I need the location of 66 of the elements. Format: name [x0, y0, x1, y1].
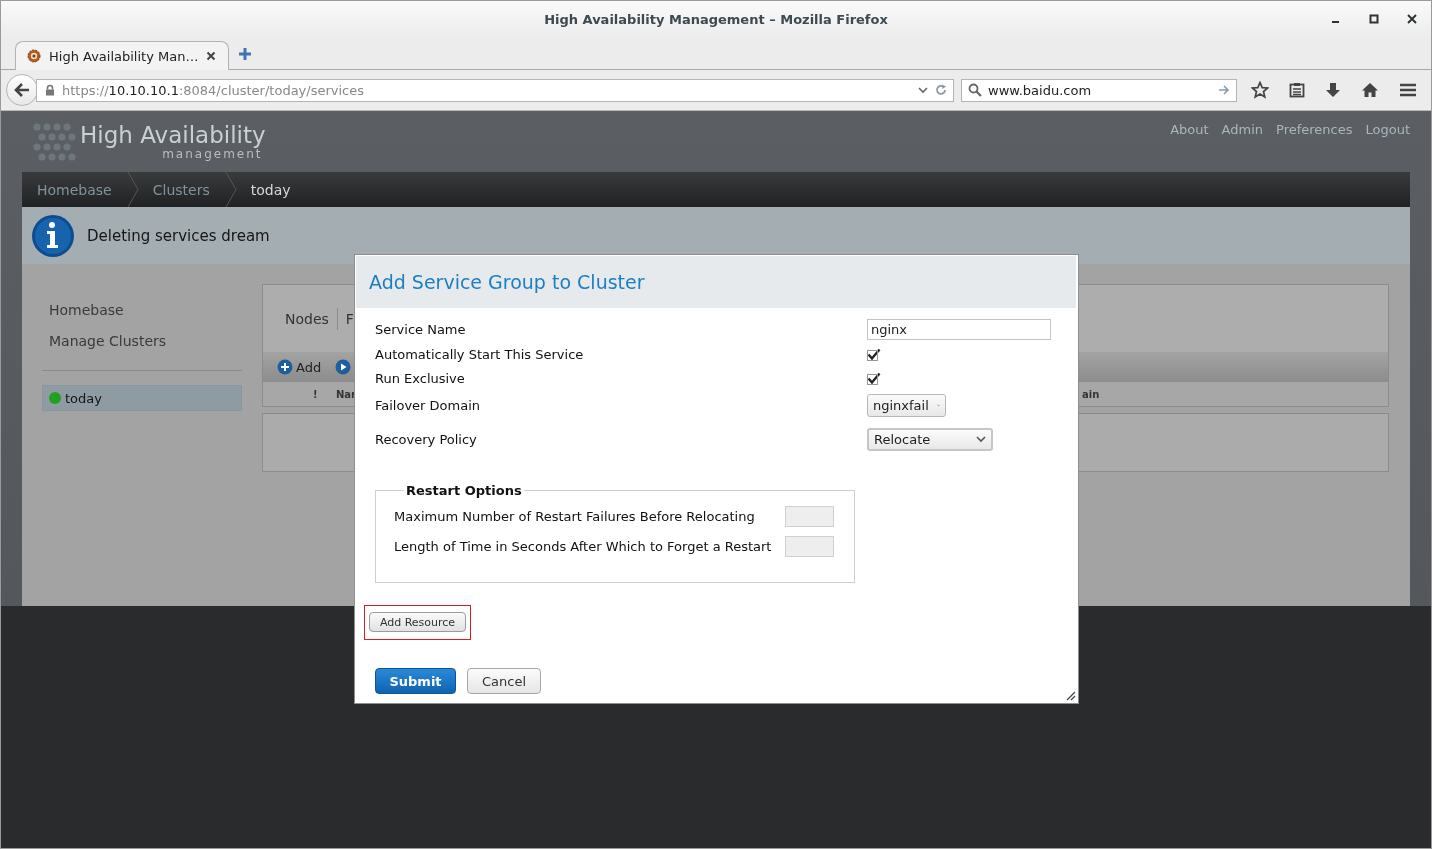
field-label: Failover Domain — [375, 397, 482, 413]
gear-icon — [26, 48, 42, 64]
reload-icon[interactable] — [935, 84, 947, 96]
field-label: Automatically Start This Service — [375, 346, 585, 362]
logo-title: High Availability — [80, 122, 266, 148]
nav-link[interactable]: Logout — [1365, 122, 1410, 172]
breadcrumb-link[interactable]: today — [250, 181, 306, 198]
chevron-separator-icon — [126, 172, 139, 207]
go-arrow-icon[interactable] — [1218, 85, 1230, 95]
field-label: Service Name — [375, 321, 467, 337]
new-tab-icon[interactable] — [238, 47, 252, 61]
nav-link[interactable]: Preferences — [1276, 122, 1353, 172]
reading-list-icon[interactable] — [1289, 82, 1305, 98]
close-icon[interactable] — [206, 51, 216, 61]
info-icon — [31, 213, 75, 258]
plus-circle-icon — [277, 359, 293, 375]
column-header: Nar — [336, 388, 358, 400]
play-button[interactable] — [335, 359, 352, 375]
caret-icon — [976, 435, 986, 443]
add-resource-button[interactable]: Add Resource — [369, 612, 466, 632]
field-label: Length of Time in Seconds After Which to Forget a Restart — [394, 539, 772, 554]
cluster-item[interactable]: today — [42, 385, 242, 411]
star-icon[interactable] — [1251, 81, 1269, 99]
message-text: Deleting services dream — [87, 226, 270, 245]
group-legend: Restart Options — [404, 483, 524, 498]
add-button[interactable]: Add — [277, 359, 322, 375]
field-label: Recovery Policy — [375, 431, 478, 447]
search-icon — [968, 83, 982, 97]
browser-tab[interactable]: High Availability Man… — [15, 41, 229, 70]
column-header: ! — [312, 388, 319, 400]
maximize-icon[interactable] — [1369, 14, 1379, 24]
nav-link[interactable]: About — [1170, 122, 1209, 172]
cancel-button[interactable]: Cancel — [467, 668, 541, 694]
service-name-field[interactable]: nginx — [867, 318, 1051, 340]
dropdown[interactable]: nginxfail — [867, 393, 946, 417]
logo-subtitle: management — [162, 148, 263, 161]
panel-tab[interactable]: F — [345, 310, 354, 327]
address-field[interactable]: https://10.10.10.1:8084/cluster/today/services — [36, 78, 954, 102]
field-label: Run Exclusive — [375, 370, 466, 386]
menu-icon[interactable] — [1399, 83, 1417, 97]
chevron-separator-icon — [224, 172, 237, 207]
back-button[interactable] — [6, 74, 38, 106]
dropdown[interactable]: Relocate — [867, 427, 993, 451]
nav-link[interactable]: Admin — [1221, 122, 1263, 172]
lock-icon — [45, 84, 55, 96]
resize-grip-icon[interactable] — [1064, 689, 1076, 701]
sidebar-link[interactable]: Homebase — [42, 295, 242, 326]
download-icon[interactable] — [1325, 82, 1341, 98]
field-label: Maximum Number of Restart Failures Before Relocating — [394, 509, 755, 524]
column-header: ain — [1082, 388, 1101, 400]
close-icon[interactable] — [1407, 14, 1417, 24]
dropdown-icon[interactable] — [918, 86, 928, 94]
sidebar-link[interactable]: Manage Clusters — [42, 326, 242, 357]
checkbox[interactable] — [867, 347, 881, 361]
submit-button[interactable]: Submit — [375, 668, 456, 694]
breadcrumb-link[interactable]: Clusters — [152, 181, 225, 198]
dialog-title: Add Service Group to Cluster — [369, 271, 645, 293]
breadcrumb-link[interactable]: Homebase — [37, 181, 127, 198]
home-icon[interactable] — [1361, 82, 1379, 98]
back-arrow-icon — [14, 83, 30, 97]
checkbox[interactable] — [867, 371, 881, 385]
url-text: https://10.10.10.1:8084/cluster/today/services — [62, 82, 365, 98]
panel-tab[interactable]: Nodes — [285, 310, 329, 327]
search-field[interactable]: www.baidu.com — [961, 78, 1237, 102]
window-title: High Availability Management – Mozilla Firefox — [544, 12, 888, 27]
play-circle-icon — [335, 359, 352, 375]
